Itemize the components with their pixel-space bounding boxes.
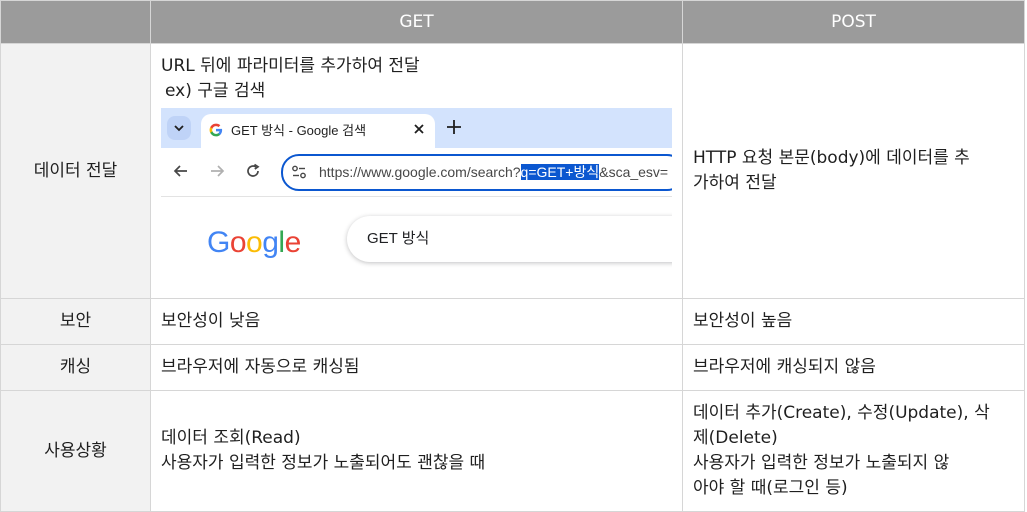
cell-line: 사용자가 입력한 정보가 노출되어도 괜찮을 때 xyxy=(161,453,486,473)
row-security: 보안 보안성이 낮음 보안성이 높음 xyxy=(0,298,1025,345)
new-tab-plus-icon[interactable] xyxy=(445,118,463,136)
cell-line: 보안성이 낮음 xyxy=(161,311,261,331)
post-cell: 데이터 추가(Create), 수정(Update), 삭 제(Delete) … xyxy=(682,390,1025,512)
cell-line: 데이터 조회(Read) xyxy=(161,428,301,448)
cell-line: 제(Delete) xyxy=(693,428,778,448)
cell-line: ex) 구글 검색 xyxy=(165,81,266,101)
cell-line: 보안성이 높음 xyxy=(693,311,793,331)
header-get: GET xyxy=(150,0,683,44)
google-logo-letter: o xyxy=(246,226,263,259)
url-prefix: https://www.google.com/search? xyxy=(319,164,521,180)
browser-screenshot: GET 방식 - Google 검색 https://www.google.co… xyxy=(161,108,672,284)
reload-icon[interactable] xyxy=(245,163,261,179)
get-cell: 데이터 조회(Read) 사용자가 입력한 정보가 노출되어도 괜찮을 때 xyxy=(150,390,683,512)
post-cell: HTTP 요청 본문(body)에 데이터를 추 가하여 전달 xyxy=(682,43,1025,299)
get-cell: 브라우저에 자동으로 캐싱됨 xyxy=(150,344,683,391)
row-usage: 사용상황 데이터 조회(Read) 사용자가 입력한 정보가 노출되어도 괜찮을… xyxy=(0,390,1025,512)
cell-line: 가하여 전달 xyxy=(693,173,777,193)
header-row: GET POST xyxy=(0,0,1025,44)
post-cell: 브라우저에 캐싱되지 않음 xyxy=(682,344,1025,391)
google-logo-letter: o xyxy=(229,226,247,259)
row-label: 데이터 전달 xyxy=(0,43,151,299)
search-query: GET 방식 xyxy=(367,230,430,247)
row-data-transfer: 데이터 전달 URL 뒤에 파라미터를 추가하여 전달 ex) 구글 검색 GE… xyxy=(0,43,1025,299)
url-suffix: &sca_esv= xyxy=(599,164,669,180)
browser-toolbar: https://www.google.com/search?q=GET+방식&s… xyxy=(161,148,672,197)
google-logo-letter: g xyxy=(262,226,279,259)
row-label: 보안 xyxy=(0,298,151,345)
close-icon[interactable] xyxy=(413,123,425,135)
google-search-box[interactable]: GET 방식 xyxy=(347,216,672,262)
row-label: 사용상황 xyxy=(0,390,151,512)
browser-tab-bar: GET 방식 - Google 검색 xyxy=(161,108,672,148)
cell-line: 브라우저에 캐싱되지 않음 xyxy=(693,357,876,377)
google-page: Google GET 방식 xyxy=(161,197,672,284)
cell-line: 브라우저에 자동으로 캐싱됨 xyxy=(161,357,360,377)
back-arrow-icon[interactable] xyxy=(173,163,189,179)
chevron-down-icon xyxy=(174,125,184,132)
cell-line: URL 뒤에 파라미터를 추가하여 전달 xyxy=(161,56,420,76)
get-cell: URL 뒤에 파라미터를 추가하여 전달 ex) 구글 검색 GET 방식 - … xyxy=(150,43,683,299)
address-url: https://www.google.com/search?q=GET+방식&s… xyxy=(319,162,668,182)
google-logo-letter: G xyxy=(207,226,230,259)
cell-line: 데이터 추가(Create), 수정(Update), 삭 xyxy=(693,403,990,423)
header-post: POST xyxy=(682,0,1025,44)
comparison-table: GET POST 데이터 전달 URL 뒤에 파라미터를 추가하여 전달 ex)… xyxy=(0,0,1025,512)
site-info-icon[interactable] xyxy=(291,164,307,180)
address-bar[interactable]: https://www.google.com/search?q=GET+방식&s… xyxy=(281,154,672,191)
google-logo-letter: e xyxy=(284,226,302,259)
post-cell: 보안성이 높음 xyxy=(682,298,1025,345)
google-favicon-icon xyxy=(209,123,223,137)
tab-search-button[interactable] xyxy=(167,116,191,140)
forward-arrow-icon[interactable] xyxy=(209,163,225,179)
cell-line: 아야 할 때(로그인 등) xyxy=(693,478,848,498)
header-corner xyxy=(0,0,151,44)
tab-title: GET 방식 - Google 검색 xyxy=(231,123,367,138)
get-cell: 보안성이 낮음 xyxy=(150,298,683,345)
cell-line: 사용자가 입력한 정보가 노출되지 않 xyxy=(693,453,950,473)
url-query-highlight: q=GET+방식 xyxy=(520,164,600,180)
browser-tab[interactable]: GET 방식 - Google 검색 xyxy=(201,114,435,148)
row-label: 캐싱 xyxy=(0,344,151,391)
google-logo: Google xyxy=(207,225,301,261)
cell-line: HTTP 요청 본문(body)에 데이터를 추 xyxy=(693,148,970,168)
row-caching: 캐싱 브라우저에 자동으로 캐싱됨 브라우저에 캐싱되지 않음 xyxy=(0,344,1025,391)
